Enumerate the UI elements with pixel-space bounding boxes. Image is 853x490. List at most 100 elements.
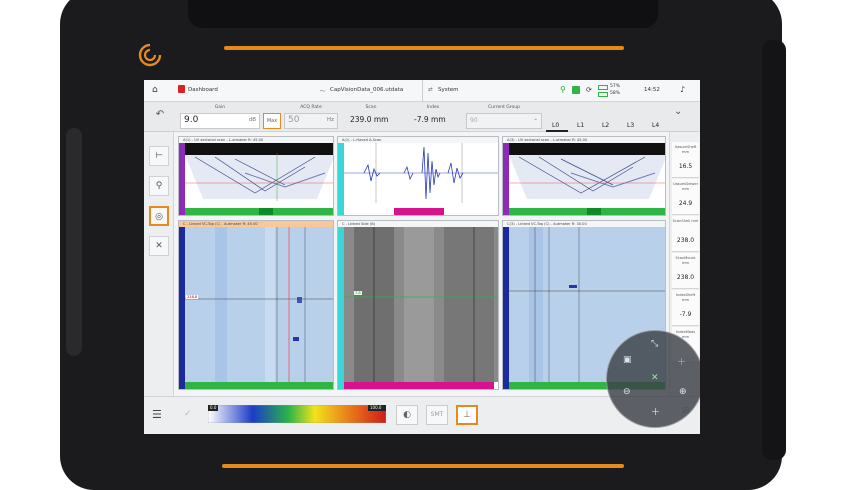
divider: [422, 80, 423, 102]
plus-pink-icon[interactable]: ＋: [677, 355, 686, 368]
file-name[interactable]: CapVisionData_006.utdata: [330, 87, 403, 93]
system-label[interactable]: System: [438, 87, 459, 93]
readout-1[interactable]: UasumDelwer mm 24.9: [672, 179, 699, 215]
probe-icon: ⚲: [560, 85, 566, 94]
acq-rate-box[interactable]: ACQ Rate 50 Hz: [284, 105, 338, 129]
cross-icon[interactable]: ✕: [651, 373, 659, 383]
waveform-icon: 〜: [320, 89, 326, 95]
gain-box[interactable]: Gain 9.0 dB: [180, 105, 260, 129]
menu-icon[interactable]: ☰: [152, 408, 162, 421]
scan-box[interactable]: Scan 239.0 mm: [342, 105, 400, 129]
top-bar: ⌂ Dashboard 〜 CapVisionData_006.utdata ⇄…: [144, 80, 700, 102]
plus-icon[interactable]: ＋: [651, 405, 660, 418]
tab-l1[interactable]: L1: [577, 122, 584, 129]
resize-icon[interactable]: ⤡: [651, 339, 658, 349]
back-arrow-icon[interactable]: ↶: [150, 106, 170, 126]
cursor-icon[interactable]: ⊢: [149, 146, 169, 166]
target-icon[interactable]: ◎: [149, 206, 169, 226]
device-screen: ⌂ Dashboard 〜 CapVisionData_006.utdata ⇄…: [144, 80, 700, 434]
sectorial-scan-image: [509, 143, 665, 199]
collapse-chevron-icon[interactable]: ⌄: [674, 106, 682, 117]
zoom-in-icon[interactable]: ⊕: [679, 387, 687, 397]
current-group-label: Current Group: [487, 105, 521, 110]
tab-l2[interactable]: L2: [602, 122, 609, 129]
acq-rate-value: 50: [288, 115, 300, 125]
acq-rate-unit: Hz: [326, 117, 334, 123]
marker-label: 7.8: [354, 291, 362, 295]
home-icon[interactable]: ⌂: [152, 85, 158, 95]
readout-value: 238.0: [676, 274, 695, 281]
green-axis-bar: [185, 382, 333, 389]
axis-cursor[interactable]: [259, 208, 273, 215]
battery-b-level: 58%: [610, 91, 621, 96]
view-top-mid[interactable]: A(1) - L-Haved A-Scan: [337, 136, 499, 216]
palette-settings-icon[interactable]: ◐: [396, 405, 418, 425]
palette-max: 100.0: [370, 405, 382, 410]
battery-b-icon: [598, 92, 608, 97]
readout-label: ScanMount mm: [675, 256, 696, 265]
index-label: Index: [426, 105, 440, 110]
grid-icon[interactable]: ⊞: [682, 406, 690, 416]
scan-label: Scan: [365, 105, 377, 110]
gain-value: 9.0: [184, 115, 199, 125]
clock: 14:52: [644, 87, 660, 93]
readout-label: IndexSheft mm: [675, 293, 696, 302]
view-top-left[interactable]: A(1) - UV sectorial scan - L-utmaker R: …: [178, 136, 334, 216]
dashboard-label[interactable]: Dashboard: [188, 87, 218, 93]
index-box[interactable]: Index -7.9 mm: [404, 105, 462, 129]
axis-cursor[interactable]: [587, 208, 601, 215]
zoom-out-icon[interactable]: ⊖: [623, 387, 631, 397]
acq-rate-label: ACQ Rate: [300, 105, 322, 110]
readout-label: UasumSheft mm: [674, 145, 697, 154]
sync-icon: ⟳: [586, 86, 592, 94]
bell-icon[interactable]: ♪: [680, 85, 685, 94]
readout-value: 24.9: [678, 200, 693, 207]
marker-label: 238.8: [186, 295, 199, 299]
side-knob: [66, 128, 82, 356]
location-pin-icon[interactable]: ⚲: [149, 176, 169, 196]
battery-a-icon: [598, 85, 608, 90]
readout-0[interactable]: UasumSheft mm 16.5: [672, 142, 699, 178]
view-bottom-mid[interactable]: C - Linked Side (B) 7.8: [337, 220, 499, 390]
device-right-edge: [762, 40, 786, 460]
status-icon: [572, 86, 580, 94]
gain-label: Gain: [214, 105, 226, 110]
current-group-box[interactable]: Current Group 90 ⌄: [466, 105, 542, 129]
index-value: -7.9 mm: [414, 115, 446, 124]
magenta-gate-bar[interactable]: [394, 208, 444, 215]
check-icon[interactable]: ✓: [184, 409, 192, 419]
device-handle: [188, 0, 658, 28]
smt-button[interactable]: SMT: [426, 405, 448, 425]
scan-value: 239.0 mm: [350, 115, 389, 124]
readout-label: UasumDelwer mm: [672, 182, 699, 191]
readout-4[interactable]: IndexSheft mm -7.9: [672, 290, 699, 326]
readout-3[interactable]: ScanMount mm 238.0: [672, 253, 699, 289]
readout-label: ScanShell mm: [672, 219, 699, 223]
view-top-right[interactable]: A(3) - UV sectorial scan - L-utmaker R: …: [502, 136, 666, 216]
top-accent-line: [224, 46, 624, 50]
readout-2[interactable]: ScanShell mm 238.0: [672, 216, 699, 252]
parameter-row: ↶ Gain 9.0 dB Max ACQ Rate 50 Hz Scan 23…: [144, 102, 700, 132]
tab-l0[interactable]: L0: [552, 122, 559, 129]
tab-l4[interactable]: L4: [652, 122, 659, 129]
readout-value: 238.0: [676, 237, 695, 244]
current-group-value: 90: [470, 117, 478, 124]
palette-min: 0.0: [210, 405, 217, 410]
readout-value: 16.5: [678, 163, 693, 170]
max-button[interactable]: Max: [263, 113, 281, 129]
close-icon[interactable]: ✕: [149, 236, 169, 256]
left-rail: ⊢ ⚲ ◎ ✕: [144, 132, 174, 396]
battery-a-level: 57%: [610, 84, 621, 89]
view-icon[interactable]: ▣: [623, 355, 632, 365]
color-palette-bar[interactable]: [208, 405, 386, 423]
view-bottom-left[interactable]: C - Linked VC-Top (C) - Autmaker R: 45.0…: [178, 220, 334, 390]
magenta-axis-bar[interactable]: [344, 382, 494, 389]
brand-logo-icon: [138, 43, 162, 67]
readout-value: -7.9: [679, 311, 692, 318]
b-scan-image: [344, 227, 498, 382]
dashboard-icon: [178, 85, 185, 93]
tab-l3[interactable]: L3: [627, 122, 634, 129]
a-scan-waveform: [344, 143, 498, 203]
bottom-accent-line: [222, 464, 624, 468]
probe-position-icon[interactable]: ⊥: [456, 405, 478, 425]
